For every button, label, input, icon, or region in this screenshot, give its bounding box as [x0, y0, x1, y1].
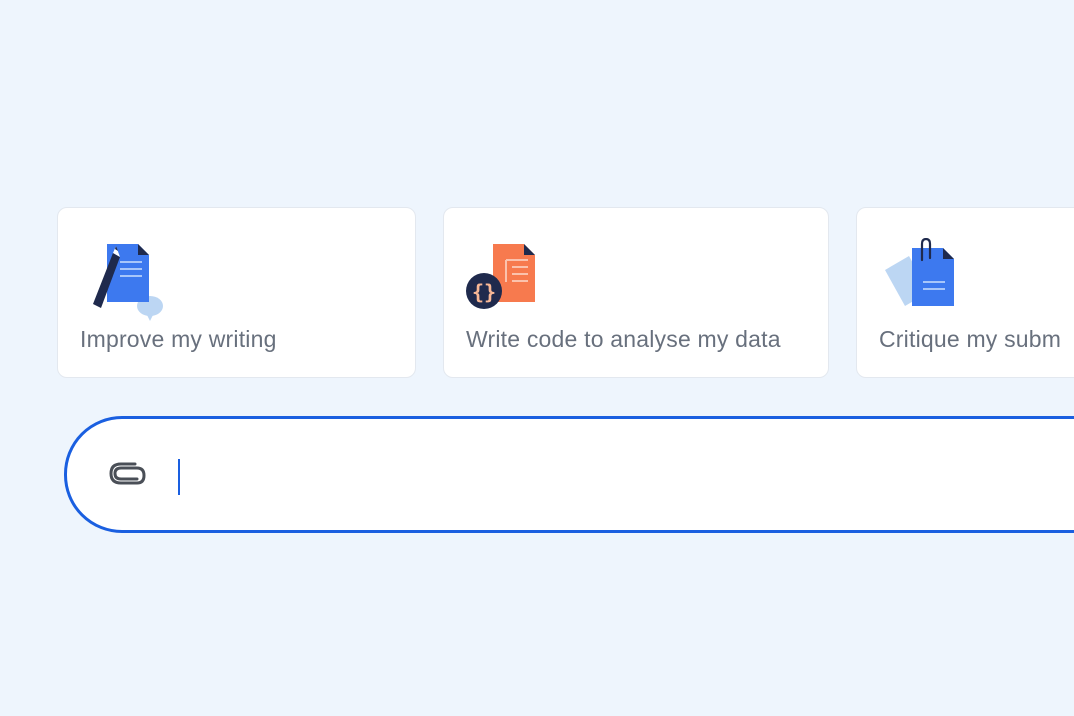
- message-input[interactable]: [177, 453, 1074, 497]
- chat-start-screen: Improve my writing {} Write code to anal…: [0, 0, 1074, 716]
- clipped-document-icon: [879, 237, 969, 328]
- message-composer: [64, 416, 1074, 533]
- svg-text:{}: {}: [472, 280, 496, 304]
- attach-button[interactable]: [107, 455, 149, 493]
- paperclip-icon: [109, 462, 146, 485]
- text-cursor: [178, 459, 180, 495]
- suggestion-card-critique-submission[interactable]: Critique my subm: [856, 207, 1074, 378]
- suggestion-card-write-code[interactable]: {} Write code to analyse my data: [443, 207, 829, 378]
- suggestion-label: Write code to analyse my data: [466, 326, 781, 352]
- suggestion-card-improve-writing[interactable]: Improve my writing: [57, 207, 416, 378]
- suggestion-label: Improve my writing: [80, 326, 277, 352]
- document-pencil-icon: [80, 238, 170, 328]
- suggestion-label: Critique my subm: [879, 326, 1062, 352]
- code-document-icon: {}: [466, 238, 556, 328]
